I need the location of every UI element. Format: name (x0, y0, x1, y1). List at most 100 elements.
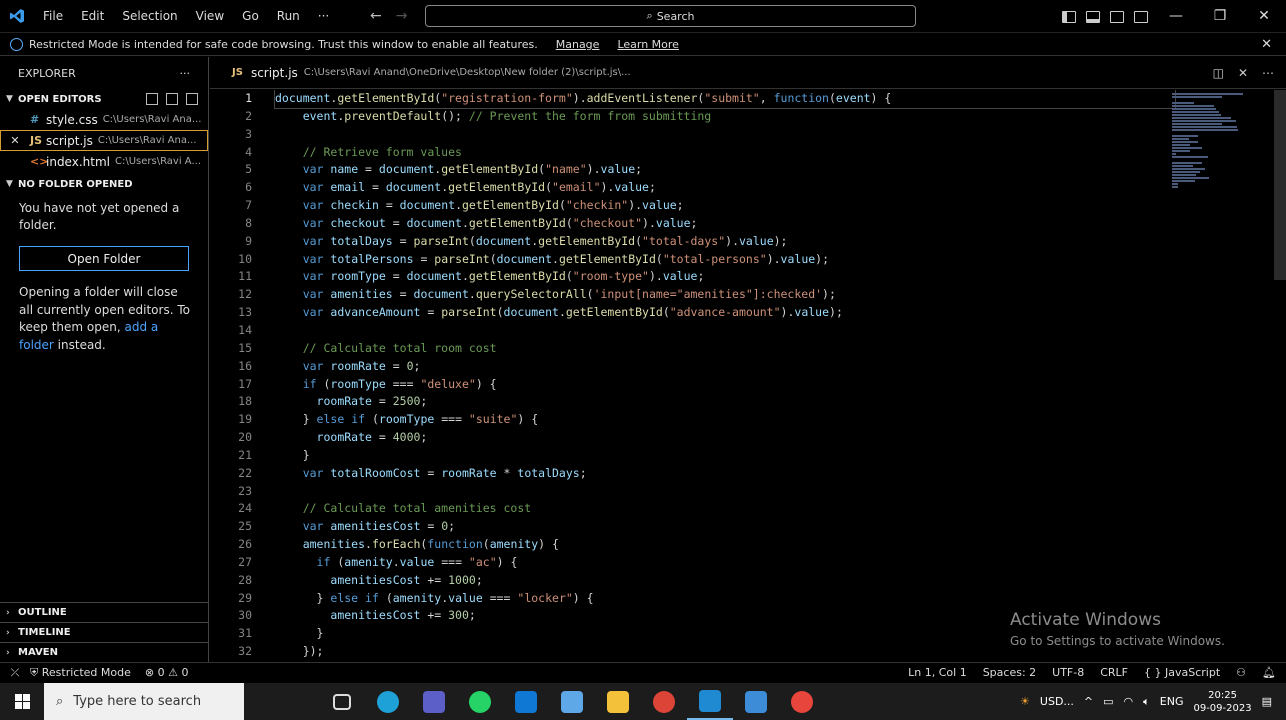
manage-link[interactable]: Manage (556, 38, 600, 51)
weather-widget[interactable]: USD... (1040, 695, 1074, 708)
more-actions-icon[interactable]: ⋯ (1262, 66, 1274, 80)
tray-apps-icon[interactable]: ▭ (1103, 695, 1113, 708)
code-line[interactable]: var totalRoomCost = roomRate * totalDays… (275, 465, 1175, 483)
teams-icon[interactable] (411, 683, 457, 720)
toggle-panel-icon[interactable] (1086, 10, 1100, 23)
close-icon[interactable]: ✕ (0, 134, 30, 147)
new-untitled-file-icon[interactable] (146, 93, 158, 105)
command-center-search[interactable]: ⌕ Search (425, 5, 916, 27)
code-line[interactable]: event.preventDefault(); // Prevent the f… (275, 108, 1175, 126)
code-line[interactable] (275, 322, 1175, 340)
chrome-icon[interactable] (641, 683, 687, 720)
code-line[interactable]: } else if (roomType === "suite") { (275, 411, 1175, 429)
close-window-icon[interactable]: ✕ (1242, 0, 1286, 33)
tab-script-js[interactable]: JS script.js C:\Users\Ravi Anand\OneDriv… (210, 57, 631, 89)
code-line[interactable]: amenities.forEach(function(amenity) { (275, 536, 1175, 554)
edge-icon[interactable] (365, 683, 411, 720)
toggle-primary-sidebar-icon[interactable] (1062, 10, 1076, 23)
eol-status[interactable]: CRLF (1100, 666, 1128, 679)
restore-icon[interactable]: ❐ (1198, 0, 1242, 33)
code-line[interactable]: document.getElementById("registration-fo… (274, 90, 1176, 109)
remote-icon[interactable]: ⤫ (0, 666, 30, 680)
code-line[interactable] (275, 483, 1175, 501)
close-banner-icon[interactable]: ✕ (1261, 37, 1272, 52)
code-line[interactable]: var totalDays = parseInt(document.getEle… (275, 233, 1175, 251)
close-all-icon[interactable] (186, 93, 198, 105)
code-editor[interactable]: 1 2 3 4 5 6 7 8 9 10 11 12 13 14 15 16 17 18 19 20 21 22 23 24 2… (210, 90, 1286, 661)
store-icon[interactable] (549, 683, 595, 720)
encoding-status[interactable]: UTF-8 (1052, 666, 1084, 679)
menu-more[interactable]: ··· (309, 0, 338, 33)
cursor-position[interactable]: Ln 1, Col 1 (908, 666, 967, 679)
code-line[interactable]: var name = document.getElementById("name… (275, 161, 1175, 179)
vscode-taskbar-icon[interactable] (687, 683, 733, 720)
menu-selection[interactable]: Selection (113, 0, 186, 33)
clock[interactable]: 20:25 09-09-2023 (1193, 689, 1251, 715)
restricted-mode-status[interactable]: ⛨ Restricted Mode (30, 666, 131, 680)
file-explorer-icon[interactable] (595, 683, 641, 720)
code-line[interactable]: var totalPersons = parseInt(document.get… (275, 251, 1175, 269)
save-all-icon[interactable] (166, 93, 178, 105)
wifi-icon[interactable]: ◠ (1124, 695, 1134, 708)
code-line[interactable]: if (roomType === "deluxe") { (275, 376, 1175, 394)
code-line[interactable]: var checkout = document.getElementById("… (275, 215, 1175, 233)
code-line[interactable]: roomRate = 2500; (275, 393, 1175, 411)
code-area[interactable]: document.getElementById("registration-fo… (274, 90, 1176, 661)
code-line[interactable]: var amenities = document.querySelectorAl… (275, 286, 1175, 304)
open-editor-item[interactable]: <> index.html C:\Users\Ravi A... (0, 151, 208, 172)
toggle-secondary-sidebar-icon[interactable] (1110, 10, 1124, 23)
open-folder-button[interactable]: Open Folder (19, 246, 189, 271)
task-view-icon[interactable] (319, 683, 365, 720)
split-editor-icon[interactable]: ◫ (1213, 66, 1224, 80)
taskbar-search[interactable]: ⌕ Type here to search (44, 683, 244, 720)
code-line[interactable]: var roomType = document.getElementById("… (275, 268, 1175, 286)
learn-more-link[interactable]: Learn More (617, 38, 679, 51)
code-line[interactable]: var advanceAmount = parseInt(document.ge… (275, 304, 1175, 322)
menu-edit[interactable]: Edit (72, 0, 113, 33)
customize-layout-icon[interactable] (1134, 10, 1148, 23)
minimap[interactable] (1172, 92, 1244, 210)
code-line[interactable]: // Retrieve form values (275, 144, 1175, 162)
feedback-icon[interactable]: ⚇ (1236, 666, 1246, 679)
outline-header[interactable]: › OUTLINE (0, 602, 208, 622)
forward-arrow-icon[interactable]: → (396, 0, 408, 33)
minimize-icon[interactable]: — (1154, 0, 1198, 33)
menu-run[interactable]: Run (268, 0, 309, 33)
notification-center-icon[interactable]: ▤ (1262, 695, 1272, 708)
volume-icon[interactable]: 🔈︎ (1143, 695, 1150, 709)
code-line[interactable] (275, 126, 1175, 144)
vertical-scrollbar[interactable] (1274, 90, 1286, 280)
language-mode[interactable]: { } JavaScript (1144, 666, 1220, 679)
code-line[interactable]: var checkin = document.getElementById("c… (275, 197, 1175, 215)
close-editor-icon[interactable]: ✕ (1238, 66, 1248, 80)
notifications-bell-icon[interactable]: 🔔︎ (1262, 666, 1276, 679)
timeline-header[interactable]: › TIMELINE (0, 622, 208, 642)
code-line[interactable]: var roomRate = 0; (275, 358, 1175, 376)
code-line[interactable]: // Calculate total amenities cost (275, 500, 1175, 518)
code-line[interactable]: } else if (amenity.value === "locker") { (275, 590, 1175, 608)
open-editors-header[interactable]: ▼ OPEN EDITORS (0, 89, 208, 109)
maven-header[interactable]: › MAVEN (0, 642, 208, 662)
indentation-status[interactable]: Spaces: 2 (983, 666, 1036, 679)
language-indicator[interactable]: ENG (1160, 695, 1184, 708)
problems-status[interactable]: ⊗ 0 ⚠ 0 (145, 666, 189, 679)
outlook-icon[interactable] (733, 683, 779, 720)
chevron-up-icon[interactable]: ^ (1084, 695, 1093, 708)
menu-go[interactable]: Go (233, 0, 268, 33)
code-line[interactable]: var amenitiesCost = 0; (275, 518, 1175, 536)
chrome-profile-icon[interactable] (779, 683, 825, 720)
code-line[interactable]: amenitiesCost += 1000; (275, 572, 1175, 590)
code-line[interactable]: roomRate = 4000; (275, 429, 1175, 447)
code-line[interactable]: if (amenity.value === "ac") { (275, 554, 1175, 572)
whatsapp-icon[interactable] (457, 683, 503, 720)
no-folder-header[interactable]: ▼ NO FOLDER OPENED (0, 174, 208, 194)
open-editor-item[interactable]: # style.css C:\Users\Ravi Ana... (0, 109, 208, 130)
back-arrow-icon[interactable]: ← (370, 0, 382, 33)
menu-view[interactable]: View (187, 0, 233, 33)
start-button[interactable] (0, 683, 44, 720)
code-line[interactable]: var email = document.getElementById("ema… (275, 179, 1175, 197)
more-actions-icon[interactable]: ··· (180, 67, 191, 80)
code-line[interactable]: // Calculate total room cost (275, 340, 1175, 358)
code-line[interactable]: } (275, 447, 1175, 465)
mail-icon[interactable] (503, 683, 549, 720)
